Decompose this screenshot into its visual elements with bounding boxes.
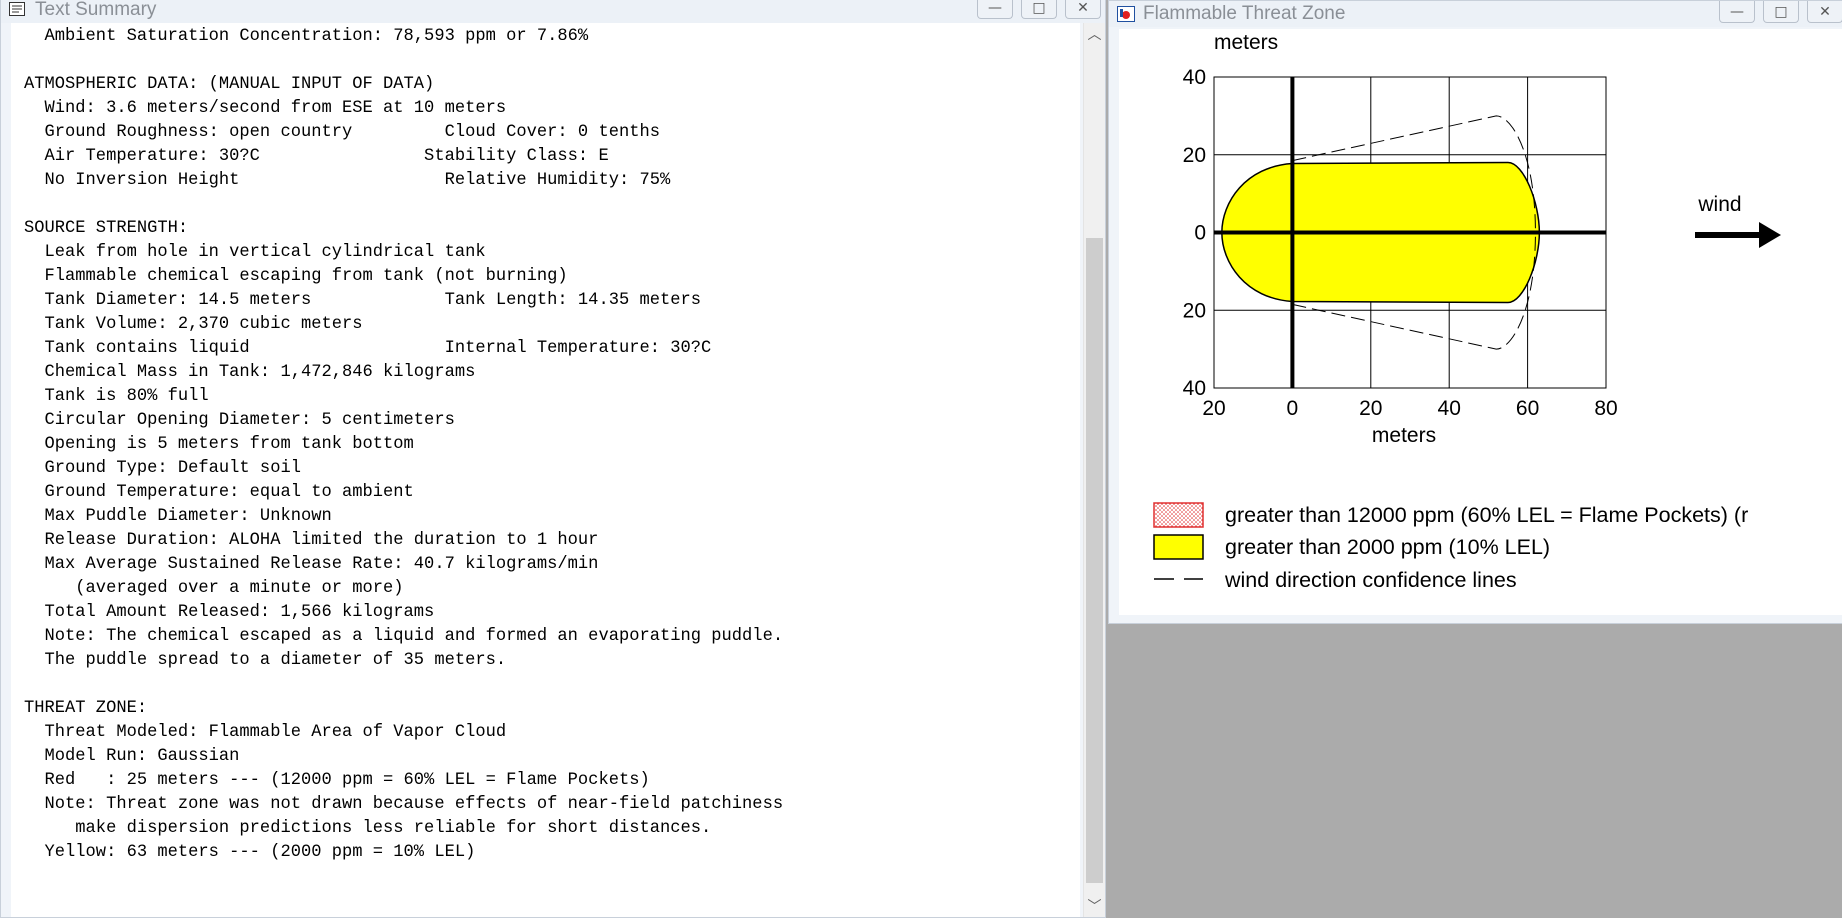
summary-line: (averaged over a minute or more)	[24, 579, 404, 598]
summary-line: The puddle spread to a diameter of 35 me…	[24, 651, 507, 670]
vertical-scrollbar[interactable]: ︿ ﹀	[1083, 23, 1105, 917]
summary-text: Ambient Saturation Concentration: 78,593…	[11, 23, 1080, 865]
summary-line: Note: The chemical escaped as a liquid a…	[24, 627, 784, 646]
summary-line: Tank Volume: 2,370 cubic meters	[24, 315, 363, 334]
summary-line: Flammable chemical escaping from tank (n…	[24, 267, 568, 286]
legend-swatch-red	[1153, 502, 1204, 528]
summary-line: Tank is 80% full	[24, 387, 209, 406]
summary-line: Yellow: 63 meters --- (2000 ppm = 10% LE…	[24, 843, 476, 862]
wind-label: wind	[1697, 193, 1741, 216]
summary-line: Tank Diameter: 14.5 meters Tank Length: …	[24, 291, 702, 310]
summary-line: ATMOSPHERIC DATA: (MANUAL INPUT OF DATA)	[24, 75, 435, 94]
threat-zone-chart: 20 0 20 40 60 80402002040 meters meters wind …	[1153, 31, 1781, 592]
window-title: Text Summary	[35, 0, 157, 20]
legend-swatch-yellow	[1153, 534, 1204, 560]
legend: greater than 12000 ppm (60% LEL = Flame …	[1153, 502, 1748, 592]
maximize-button[interactable]: □	[1763, 1, 1799, 23]
maximize-button[interactable]: □	[1021, 0, 1057, 19]
summary-line: Opening is 5 meters from tank bottom	[24, 435, 414, 454]
summary-line: Note: Threat zone was not drawn because …	[24, 795, 784, 814]
summary-line: Air Temperature: 30?C Stability Class: E	[24, 147, 609, 166]
scroll-thumb[interactable]	[1086, 238, 1103, 883]
summary-line: No Inversion Height Relative Humidity: 7…	[24, 171, 671, 190]
minimize-button[interactable]: —	[977, 0, 1013, 19]
summary-line: Ground Type: Default soil	[24, 459, 301, 478]
summary-line: make dispersion predictions less reliabl…	[24, 819, 712, 838]
summary-line: Circular Opening Diameter: 5 centimeters	[24, 411, 455, 430]
minimize-button[interactable]: —	[1719, 1, 1755, 23]
y-tick-label: 20	[1183, 144, 1206, 167]
summary-line: Max Average Sustained Release Rate: 40.7…	[24, 555, 599, 574]
text-summary-titlebar[interactable]: Text Summary — □ ✕	[1, 0, 1105, 23]
y-tick-label: 40	[1183, 377, 1206, 400]
text-document-icon	[9, 2, 27, 18]
x-tick-label: 20	[1359, 397, 1382, 420]
summary-line: Ground Temperature: equal to ambient	[24, 483, 414, 502]
threat-zone-window: Flammable Threat Zone — □ ✕ 20 0 20 40 60 80 4…	[1108, 0, 1842, 624]
summary-line: Total Amount Released: 1,566 kilograms	[24, 603, 435, 622]
y-axis-label: meters	[1214, 31, 1278, 54]
y-tick-label: 40	[1183, 66, 1206, 89]
threat-zone-plot-area: 20 0 20 40 60 80 40 20 0 20 40 meters meters wind …	[1119, 29, 1842, 615]
summary-line: Max Puddle Diameter: Unknown	[24, 507, 332, 526]
text-summary-content[interactable]: Ambient Saturation Concentration: 78,593…	[11, 23, 1080, 917]
summary-line: Model Run: Gaussian	[24, 747, 240, 766]
close-button[interactable]: ✕	[1065, 0, 1101, 19]
x-tick-label: 20	[1202, 397, 1225, 420]
text-summary-window: Text Summary — □ ✕ Ambient Saturation Co…	[0, 0, 1106, 918]
x-tick-label: 80	[1594, 397, 1617, 420]
scroll-up-icon[interactable]: ︿	[1084, 23, 1105, 45]
x-tick-label: 60	[1516, 397, 1539, 420]
window-title: Flammable Threat Zone	[1143, 3, 1346, 24]
summary-line: Wind: 3.6 meters/second from ESE at 10 m…	[24, 99, 507, 118]
x-tick-label: 0	[1287, 397, 1299, 420]
summary-line: Ground Roughness: open country Cloud Cov…	[24, 123, 660, 142]
summary-line: Chemical Mass in Tank: 1,472,846 kilogra…	[24, 363, 476, 382]
scroll-down-icon[interactable]: ﹀	[1084, 895, 1105, 917]
y-tick-label: 20	[1183, 299, 1206, 322]
x-tick-label: 40	[1438, 397, 1461, 420]
threat-zone-icon	[1117, 6, 1135, 22]
threat-zone-titlebar[interactable]: Flammable Threat Zone — □ ✕	[1109, 1, 1842, 27]
legend-label-red: greater than 12000 ppm (60% LEL = Flame …	[1225, 503, 1748, 527]
summary-line: Tank contains liquid Internal Temperatur…	[24, 339, 712, 358]
summary-line: SOURCE STRENGTH:	[24, 219, 189, 238]
wind-arrow-icon	[1695, 222, 1781, 248]
legend-label-yellow: greater than 2000 ppm (10% LEL)	[1225, 535, 1550, 559]
x-axis-label: meters	[1372, 424, 1436, 447]
summary-line: Release Duration: ALOHA limited the dura…	[24, 531, 599, 550]
close-button[interactable]: ✕	[1807, 1, 1842, 23]
legend-label-dashed: wind direction confidence lines	[1224, 568, 1517, 592]
summary-line: Ambient Saturation Concentration: 78,593…	[24, 27, 589, 46]
summary-line: Leak from hole in vertical cylindrical t…	[24, 243, 486, 262]
summary-line: Red : 25 meters --- (12000 ppm = 60% LEL…	[24, 771, 650, 790]
y-tick-label: 0	[1194, 222, 1206, 245]
summary-line: THREAT ZONE:	[24, 699, 148, 718]
summary-line: Threat Modeled: Flammable Area of Vapor …	[24, 723, 507, 742]
